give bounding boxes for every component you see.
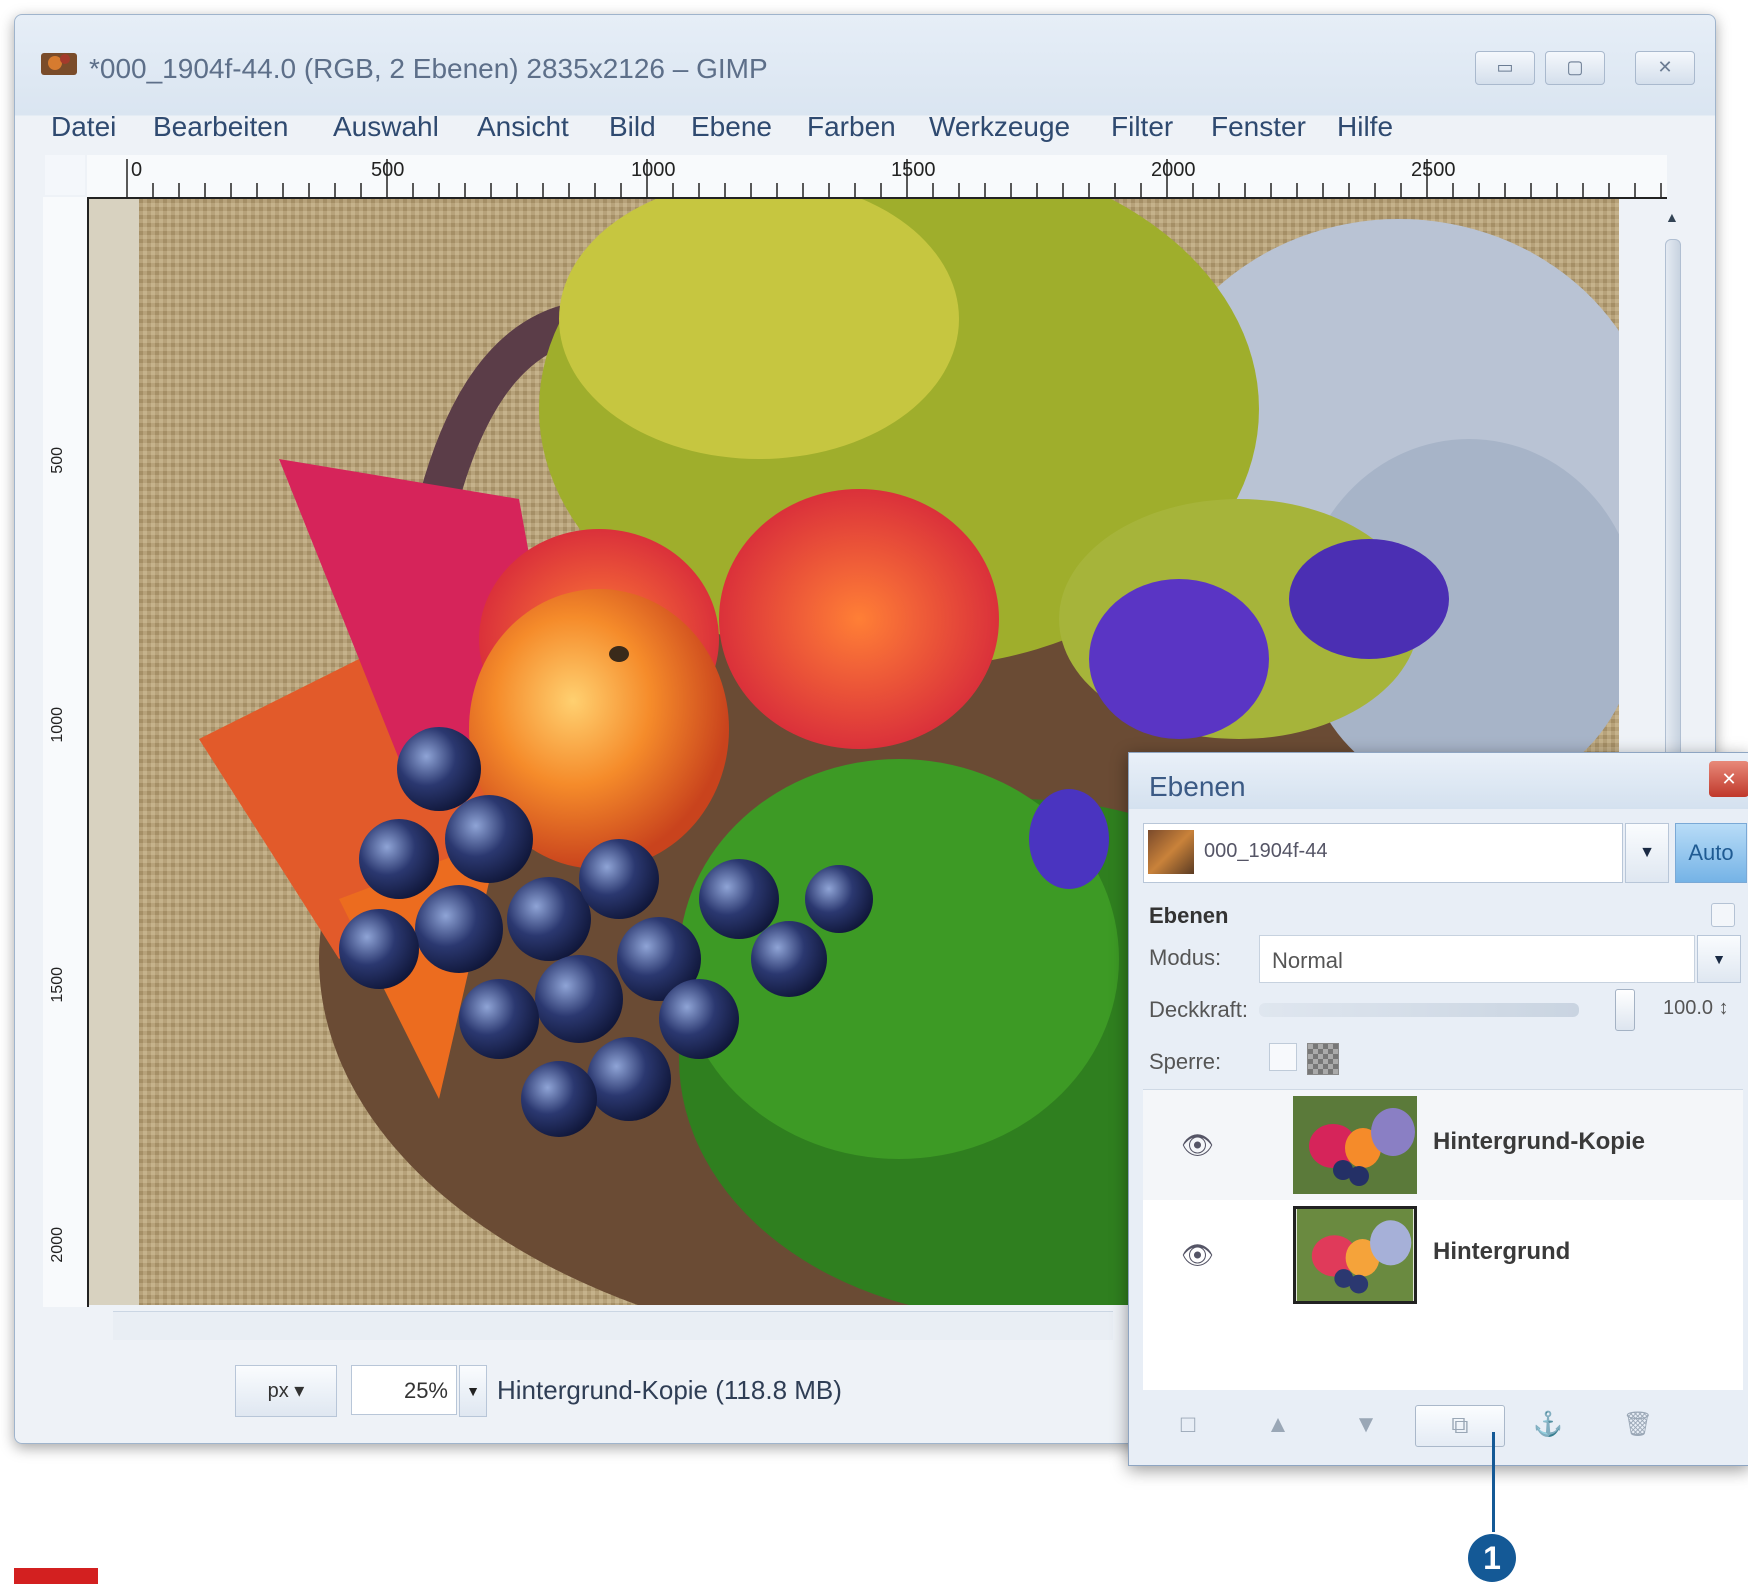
maximize-button[interactable]: ▢ [1545, 51, 1605, 85]
h-ruler-label: 2000 [1151, 159, 1196, 181]
menu-bild[interactable]: Bild [609, 111, 656, 143]
auto-button[interactable]: Auto [1675, 823, 1747, 883]
zoom-field[interactable]: 25% [351, 1365, 457, 1415]
v-ruler-label: 500 [49, 447, 66, 474]
menu-auswahl[interactable]: Auswahl [333, 111, 439, 143]
callout-line [1492, 1432, 1495, 1532]
opacity-handle[interactable] [1615, 989, 1635, 1031]
menu-ansicht[interactable]: Ansicht [477, 111, 569, 143]
h-ruler-label: 2500 [1411, 159, 1456, 181]
minimize-button[interactable]: ▭ [1475, 51, 1535, 85]
ruler-corner-button[interactable] [45, 155, 85, 195]
layers-dialog-titlebar[interactable]: Ebenen ✕ [1129, 753, 1748, 809]
mode-dropdown-arrow-icon[interactable]: ▼ [1697, 935, 1741, 983]
h-ruler-label: 0 [131, 159, 143, 181]
image-selector-arrow-icon[interactable]: ▼ [1625, 823, 1669, 883]
menu-bar: Datei Bearbeiten Auswahl Ansicht Bild Eb… [15, 101, 1715, 147]
menu-bearbeiten[interactable]: Bearbeiten [153, 111, 288, 143]
close-button[interactable]: ✕ [1635, 51, 1695, 85]
menu-datei[interactable]: Datei [51, 111, 116, 143]
menu-ebene[interactable]: Ebene [691, 111, 772, 143]
lock-label: Sperre: [1149, 1049, 1222, 1074]
menu-farben[interactable]: Farben [807, 111, 896, 143]
h-ruler-label: 500 [371, 159, 405, 181]
vertical-ruler[interactable]: 500 1000 1500 2000 [43, 197, 89, 1307]
zoom-dropdown-arrow-icon[interactable]: ▼ [459, 1365, 487, 1417]
opacity-label: Deckkraft: [1149, 997, 1249, 1022]
layers-list: 👁 Hintergrund-Kopie 👁 Hintergrund [1143, 1089, 1743, 1390]
layer-name: Hintergrund-Kopie [1433, 1128, 1645, 1155]
menu-werkzeuge[interactable]: Werkzeuge [929, 111, 1070, 143]
vertical-scroll-thumb[interactable] [1665, 239, 1681, 761]
image-selector-label: 000_1904f-44 [1204, 840, 1328, 862]
layer-thumbnail [1293, 1206, 1417, 1304]
lock-alpha-checkbox[interactable] [1307, 1043, 1339, 1075]
callout-badge: 1 [1468, 1534, 1516, 1582]
opacity-slider[interactable] [1259, 1003, 1579, 1017]
mode-select[interactable]: Normal [1259, 935, 1695, 983]
opacity-value-text: 100.0 [1663, 997, 1714, 1019]
gimp-app-icon [41, 53, 77, 75]
mode-label: Modus: [1149, 945, 1222, 970]
anchor-layer-icon[interactable]: ⚓ [1525, 1405, 1571, 1445]
unit-value: px [267, 1380, 289, 1402]
tab-menu-icon[interactable] [1711, 903, 1735, 927]
menu-fenster[interactable]: Fenster [1211, 111, 1306, 143]
title-bar[interactable]: *000_1904f-44.0 (RGB, 2 Ebenen) 2835x212… [15, 15, 1715, 95]
layer-row[interactable]: 👁 Hintergrund [1143, 1200, 1743, 1310]
page-marker [14, 1568, 98, 1584]
image-thumbnail [1148, 830, 1194, 874]
visibility-eye-icon[interactable]: 👁 [1181, 1130, 1214, 1161]
layers-section-label: Ebenen [1149, 903, 1229, 928]
layers-dialog-footer: □ ▲ ▼ ⧉ ⚓ 🗑 [1129, 1395, 1748, 1455]
layers-dialog-title: Ebenen [1149, 771, 1246, 802]
new-layer-icon[interactable]: □ [1165, 1405, 1211, 1445]
layers-dialog: Ebenen ✕ 000_1904f-44 ▼ Auto Ebenen Modu… [1128, 752, 1748, 1466]
menu-hilfe[interactable]: Hilfe [1337, 111, 1393, 143]
layer-thumbnail [1293, 1096, 1417, 1194]
layer-row[interactable]: 👁 Hintergrund-Kopie [1143, 1090, 1743, 1200]
opacity-value[interactable]: 100.0 ↕ [1663, 997, 1729, 1020]
image-selector[interactable]: 000_1904f-44 [1143, 823, 1623, 883]
mode-value: Normal [1272, 948, 1343, 973]
scroll-up-arrow-icon[interactable]: ▲ [1665, 209, 1679, 225]
h-ruler-label: 1500 [891, 159, 936, 181]
dialog-close-icon[interactable]: ✕ [1709, 761, 1748, 797]
window-title: *000_1904f-44.0 (RGB, 2 Ebenen) 2835x212… [89, 53, 768, 84]
v-ruler-label: 1500 [49, 967, 66, 1003]
lock-pixels-checkbox[interactable] [1269, 1043, 1297, 1071]
v-ruler-label: 1000 [49, 707, 66, 743]
raise-layer-icon[interactable]: ▲ [1255, 1405, 1301, 1445]
h-ruler-label: 1000 [631, 159, 676, 181]
delete-layer-icon[interactable]: 🗑 [1615, 1405, 1661, 1445]
layer-name: Hintergrund [1433, 1238, 1571, 1265]
menu-filter[interactable]: Filter [1111, 111, 1173, 143]
visibility-eye-icon[interactable]: 👁 [1181, 1240, 1214, 1271]
lower-layer-icon[interactable]: ▼ [1343, 1405, 1389, 1445]
v-ruler-label: 2000 [49, 1227, 66, 1263]
status-text: Hintergrund-Kopie (118.8 MB) [497, 1375, 842, 1405]
horizontal-scrollbar[interactable] [113, 1311, 1113, 1340]
unit-select[interactable]: px ▾ [235, 1365, 337, 1417]
horizontal-ruler[interactable]: 0 500 1000 1500 2000 2500 [87, 155, 1667, 199]
